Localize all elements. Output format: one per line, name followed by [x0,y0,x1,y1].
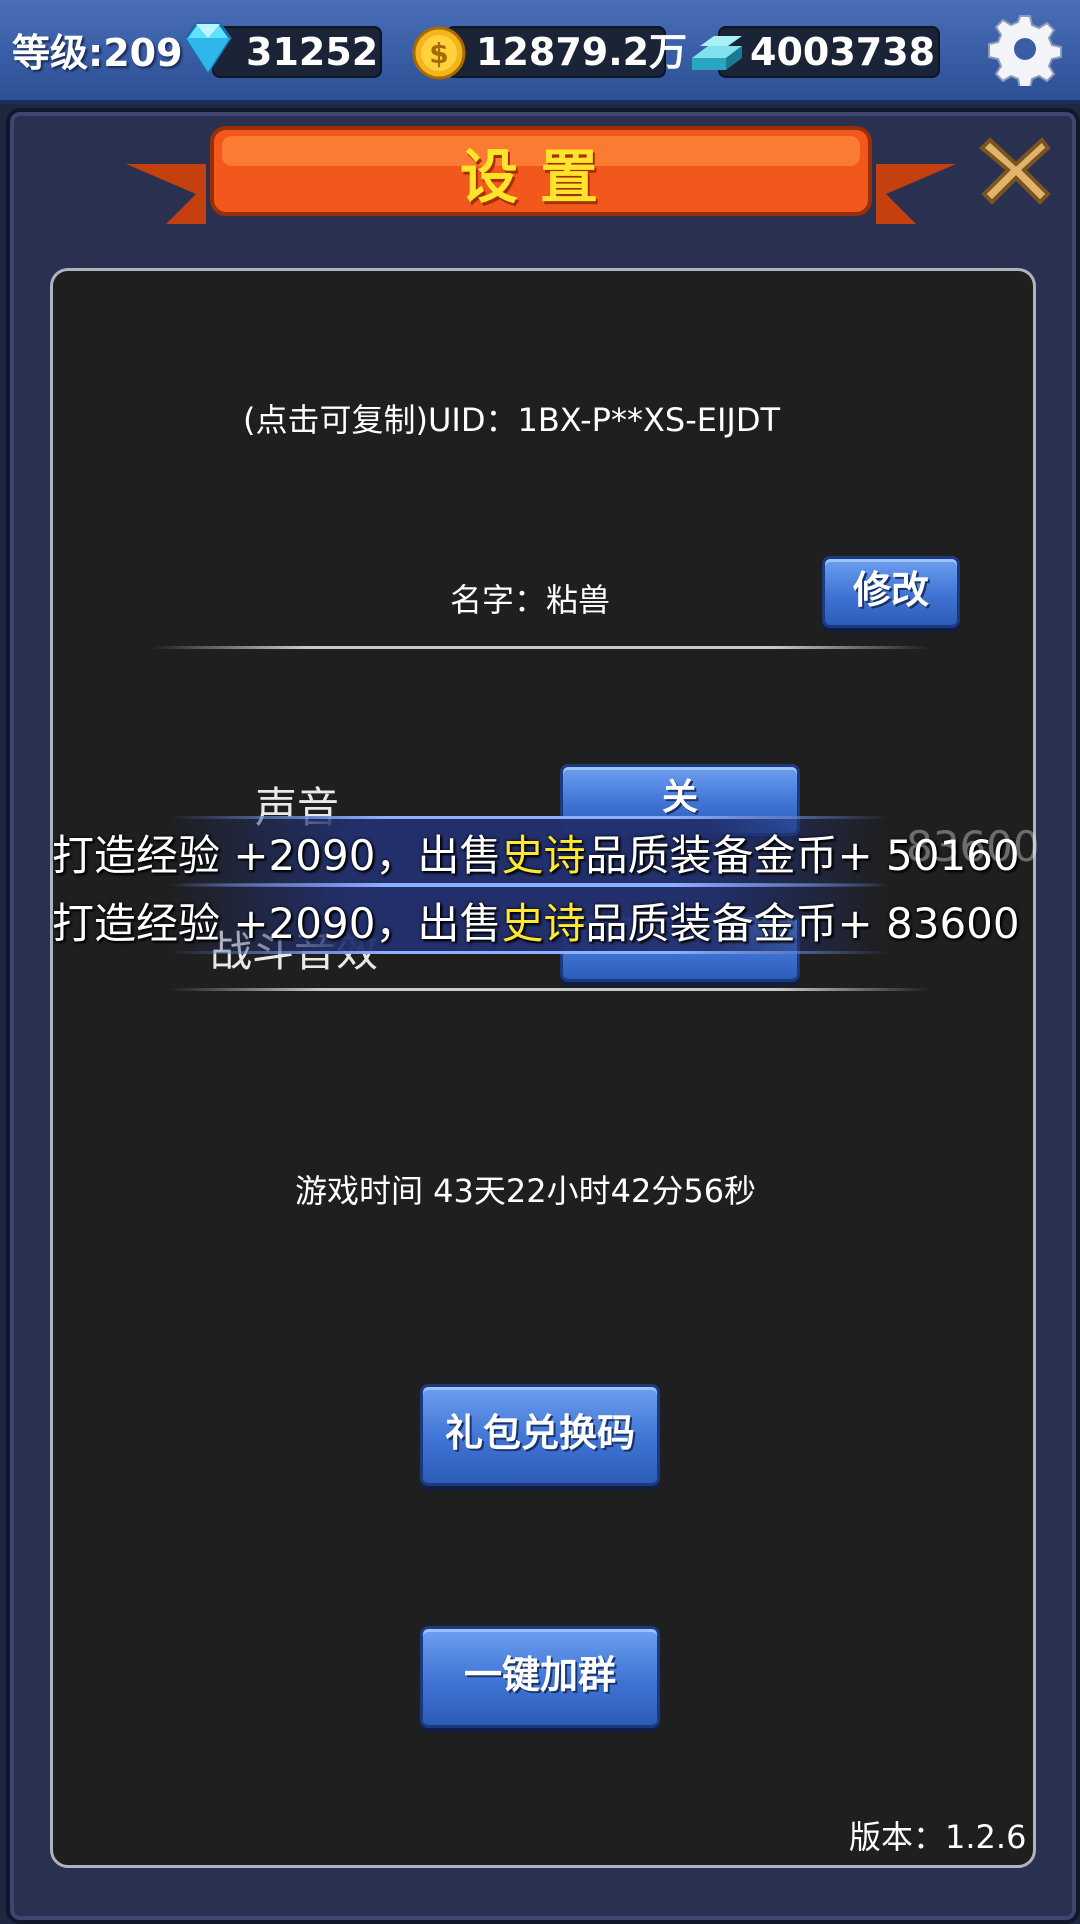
quality-tag: 史诗 [501,899,586,948]
notification-suffix: 品质装备金币+ 83600 [585,899,1020,948]
gift-code-button[interactable]: 礼包兑换码 [420,1384,660,1486]
forge-notification: 打造经验 +2090，出售史诗品质装备金币+ 50160 [52,822,1020,883]
modify-name-button[interactable]: 修改 [822,556,960,628]
version-text: 版本：1.2.6 [849,1818,1027,1856]
ingot-count: 4003738 [750,30,936,74]
ingot-icon [692,36,742,70]
dialog-title: 设置 [459,143,620,211]
diamond-count: 31252 [246,30,379,74]
notification-prefix: 打造经验 +2090，出售 [52,899,502,948]
divider [170,988,930,991]
forge-notification: 打造经验 +2090，出售史诗品质装备金币+ 83600 [52,890,1020,951]
quality-tag: 史诗 [501,831,586,880]
player-level: 等级:209 [12,31,183,75]
notification-prefix: 打造经验 +2090，出售 [52,831,502,880]
play-time: 游戏时间 43天22小时42分56秒 [295,1172,757,1210]
svg-text:$: $ [429,37,448,70]
gold-count: 12879.2万 [476,30,688,74]
gear-icon[interactable] [988,12,1062,86]
gold-coin-icon: $ [412,26,466,80]
overlapping-notification-ghost: 83600 [906,822,1040,871]
resource-bar: 等级:209 31252 $ 12879.2万 4003738 [0,0,1080,104]
join-group-button[interactable]: 一键加群 [420,1626,660,1728]
diamond-icon [184,22,232,75]
divider [150,646,930,649]
player-name: 名字：粘兽 [450,581,611,619]
close-icon[interactable] [976,130,1056,210]
uid-copy-text[interactable]: (点击可复制)UID：1BX-P**XS-EIJDT [243,395,780,441]
